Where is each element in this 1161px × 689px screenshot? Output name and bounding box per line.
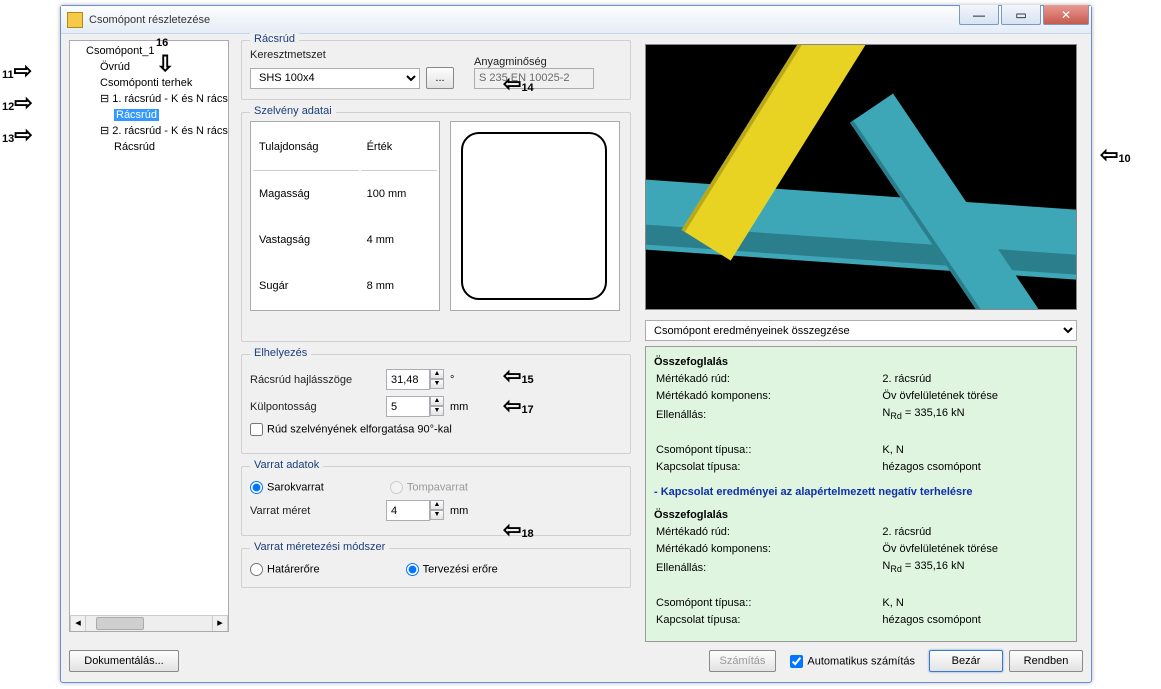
group-props: Szelvény adatai TulajdonságÉrték Magassá… (241, 112, 631, 342)
group-section-legend: Rácsrúd (250, 33, 299, 45)
annot-15: 15 (503, 363, 534, 389)
method-design-radio[interactable]: Tervezési erőre (406, 563, 498, 576)
weld-size-unit: mm (450, 505, 468, 517)
tree-hscroll[interactable]: ◂▸ (70, 615, 228, 631)
group-weld: Varrat adatok Sarokvarrat Tompavarrat Va… (241, 466, 631, 536)
tree-item-loads[interactable]: Csomóponti terhek (100, 75, 226, 91)
ecc-spinner[interactable]: ▲▼ (386, 396, 444, 417)
material-label: Anyagminőség (474, 56, 594, 68)
minimize-button[interactable]: — (959, 5, 999, 25)
joint-tree[interactable]: Csomópont_1 Övrúd Csomóponti terhek ⊟ 1.… (69, 40, 229, 632)
angle-spinner[interactable]: ▲▼ (386, 369, 444, 390)
group-placement: Elhelyezés Rácsrúd hajlásszöge ▲▼ ° Külp… (241, 354, 631, 454)
annot-14: 14 (503, 71, 534, 97)
annot-10: 10 (1100, 142, 1131, 168)
tree-item-brace2[interactable]: ⊟ 2. rácsrúd - K és N rácsostartó Rácsrú… (100, 123, 226, 155)
close-button[interactable]: ✕ (1043, 5, 1089, 25)
ok-button[interactable]: Rendben (1009, 650, 1083, 672)
app-icon (67, 12, 83, 28)
rotate-checkbox[interactable]: Rúd szelvényének elforgatása 90°-kal (250, 423, 452, 436)
ecc-label: Külpontosság (250, 401, 380, 413)
angle-label: Rácsrúd hajlásszöge (250, 374, 380, 386)
close-dialog-button[interactable]: Bezár (929, 650, 1003, 672)
annot-17: 17 (503, 393, 534, 419)
table-row: Magasság100 mm (253, 173, 437, 217)
auto-calc-checkbox[interactable]: Automatikus számítás (790, 655, 915, 668)
tree-item-brace1[interactable]: ⊟ 1. rácsrúd - K és N rácsostartó Rácsrú… (100, 91, 226, 123)
table-row: Vastagság4 mm (253, 218, 437, 262)
cross-section-browse[interactable]: ... (426, 67, 454, 89)
annot-12: 12 (2, 90, 33, 116)
weld-size-spinner[interactable]: ▲▼ (386, 500, 444, 521)
annot-11: 11 (2, 58, 32, 84)
shs-shape-icon (461, 132, 607, 300)
documentation-button[interactable]: Dokumentálás... (69, 650, 179, 672)
group-weld-method: Varrat méretezési módszer Határerőre Ter… (241, 548, 631, 588)
group-weld-method-legend: Varrat méretezési módszer (250, 541, 389, 553)
method-limit-radio[interactable]: Határerőre (250, 563, 320, 576)
annot-16: 16 (156, 30, 174, 77)
props-table: TulajdonságÉrték Magasság100 mm Vastagsá… (250, 121, 440, 311)
material-field: S 235 EN 10025-2 (474, 68, 594, 89)
weld-fillet-radio[interactable]: Sarokvarrat (250, 481, 324, 494)
calculate-button: Számítás (709, 650, 777, 672)
tree-item-brace1-bar[interactable]: Rácsrúd (114, 107, 226, 123)
results-panel[interactable]: Összefoglalás Mértékadó rúd:2. rácsrúd M… (645, 346, 1077, 642)
annot-18: 18 (503, 517, 534, 543)
window-title: Csomópont részletezése (89, 14, 1085, 26)
joint-3d-view[interactable] (645, 44, 1077, 310)
dialog-window: Csomópont részletezése — ▭ ✕ Csomópont_1… (60, 5, 1092, 683)
annot-13: 13 (2, 122, 33, 148)
group-props-legend: Szelvény adatai (250, 105, 336, 117)
section-preview (450, 121, 620, 311)
group-section: Rácsrúd Keresztmetszet SHS 100x4 ... Any… (241, 40, 631, 100)
table-row: Sugár8 mm (253, 264, 437, 308)
results-heading-2: Összefoglalás (654, 508, 1068, 523)
angle-unit: ° (450, 374, 454, 386)
group-placement-legend: Elhelyezés (250, 347, 311, 359)
tree-item-brace2-bar[interactable]: Rácsrúd (114, 139, 226, 155)
maximize-button[interactable]: ▭ (1001, 5, 1041, 25)
ecc-unit: mm (450, 401, 468, 413)
weld-size-label: Varrat méret (250, 505, 380, 517)
weld-butt-radio: Tompavarrat (390, 481, 468, 494)
group-weld-legend: Varrat adatok (250, 459, 323, 471)
cross-section-select[interactable]: SHS 100x4 (250, 68, 420, 89)
results-heading: Összefoglalás (654, 355, 1068, 370)
results-link[interactable]: - Kapcsolat eredményei az alapértelmezet… (654, 485, 1068, 500)
titlebar[interactable]: Csomópont részletezése — ▭ ✕ (61, 6, 1091, 34)
results-view-select[interactable]: Csomópont eredményeinek összegzése (645, 320, 1077, 341)
cross-section-label: Keresztmetszet (250, 49, 454, 61)
